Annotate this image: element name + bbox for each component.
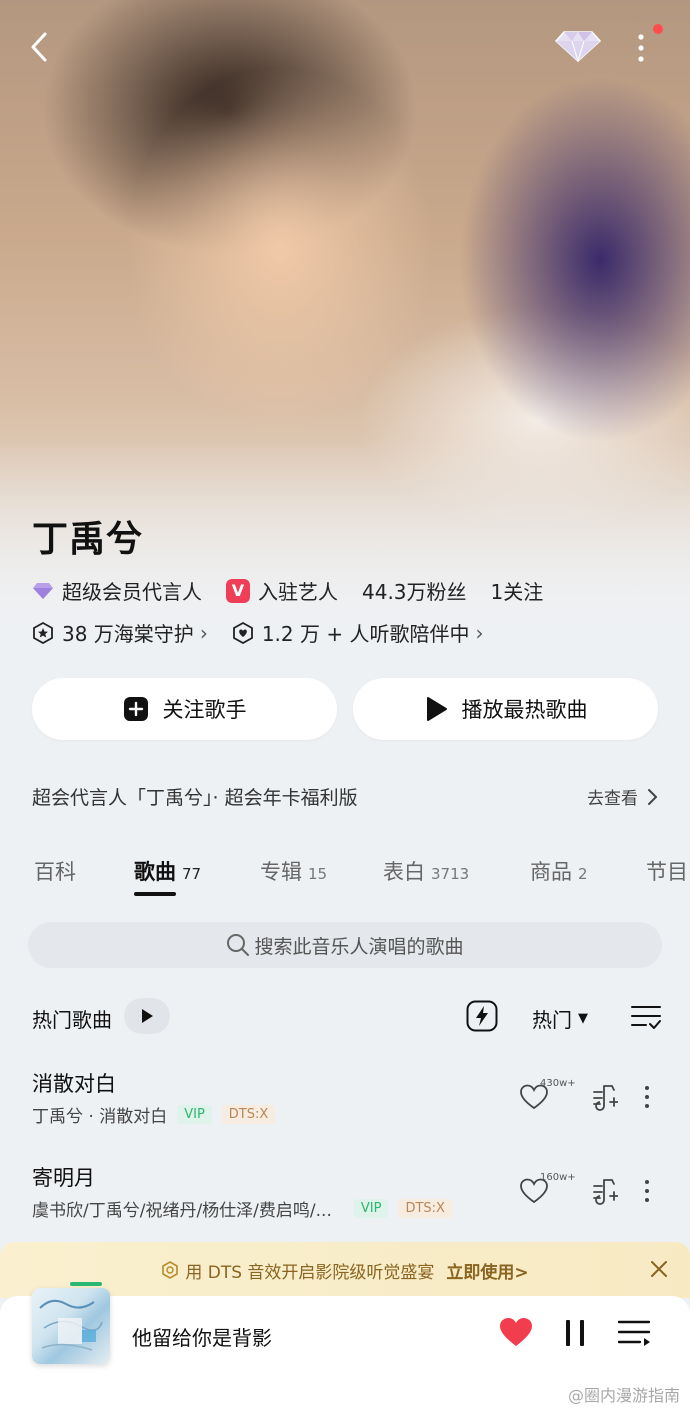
chevron-right-icon: › [199, 620, 208, 645]
vip-endorser-label: 超级会员代言人 [62, 580, 202, 604]
promo-link[interactable]: 去查看 [587, 784, 660, 809]
pause-icon[interactable] [562, 1318, 588, 1348]
song-list-header: 热门歌曲 热门 ▼ [32, 996, 662, 1040]
dts-tag: DTS:X [398, 1199, 452, 1218]
active-tab-indicator [134, 892, 176, 896]
search-placeholder: 搜索此音乐人演唱的歌曲 [254, 935, 464, 958]
play-icon [424, 696, 448, 722]
plus-square-icon [123, 696, 149, 722]
hot-songs-title: 热门歌曲 [32, 1008, 112, 1032]
like-count: 430w+ [540, 1078, 576, 1089]
verified-artist-badge[interactable]: V 入驻艺人 [226, 576, 338, 605]
promo-row[interactable]: 超会代言人「丁禹兮」· 超会年卡福利版 去查看 [32, 783, 660, 810]
tab-albums[interactable]: 专辑 15 [260, 856, 327, 886]
star-shield-icon [32, 621, 54, 644]
add-to-queue-icon[interactable] [590, 1084, 619, 1112]
play-icon [142, 1009, 153, 1023]
tab-programs[interactable]: 节目 [646, 856, 688, 886]
artist-stats-row: 38 万海棠守护 › 1.2 万 + 人听歌陪伴中 › [32, 618, 507, 647]
promo-text: 超会代言人「丁禹兮」· 超会年卡福利版 [32, 787, 358, 809]
vip-endorser-badge[interactable]: 超级会员代言人 [32, 576, 202, 605]
banner-cta[interactable]: 立即使用> [446, 1258, 528, 1283]
liked-heart-icon[interactable] [498, 1316, 534, 1350]
song-row[interactable]: 消散对白 丁禹兮 · 消散对白 VIP DTS:X 430w+ [32, 1064, 660, 1138]
play-hot-songs-button[interactable]: 播放最热歌曲 [353, 678, 658, 740]
artist-meta-row: 超级会员代言人 V 入驻艺人 44.3万粉丝 1关注 [32, 576, 567, 605]
more-vertical-icon[interactable] [628, 28, 654, 68]
song-search-input[interactable]: 搜索此音乐人演唱的歌曲 [28, 922, 662, 968]
diamond-icon[interactable] [552, 26, 604, 66]
sort-label: 热门 [532, 1008, 572, 1032]
artist-tabs: 百科 歌曲 77 专辑 15 表白 3713 商品 2 节目 [0, 856, 690, 906]
tab-wiki[interactable]: 百科 [34, 856, 76, 886]
tab-songs[interactable]: 歌曲 77 [134, 856, 201, 886]
notification-dot [653, 24, 663, 34]
caret-down-icon: ▼ [578, 1011, 588, 1026]
guard-stat[interactable]: 38 万海棠守护 › [32, 618, 208, 647]
tab-count: 2 [578, 865, 588, 883]
back-chevron-icon[interactable] [22, 30, 56, 64]
mini-player[interactable]: 他留给你是背影 @圈内漫游指南 [0, 1282, 690, 1414]
lightning-icon[interactable] [466, 1000, 498, 1032]
search-icon [226, 933, 250, 957]
verified-label: 入驻艺人 [258, 580, 338, 604]
vip-tag: VIP [177, 1105, 212, 1124]
song-subtitle: 虞书欣/丁禹兮/祝绪丹/杨仕泽/费启鸣/... VIP DTS:X [32, 1196, 452, 1221]
now-playing-title: 他留给你是背影 [132, 1326, 272, 1350]
song-title: 寄明月 [32, 1166, 95, 1190]
chevron-right-icon [648, 788, 658, 805]
multi-select-list-icon[interactable] [630, 1002, 662, 1032]
song-artist-album: 丁禹兮 · 消散对白 [32, 1107, 168, 1127]
watermark: @圈内漫游指南 [567, 1386, 680, 1405]
play-hot-label: 播放最热歌曲 [461, 698, 588, 722]
heart-shield-icon [232, 621, 254, 644]
tab-count: 3713 [431, 865, 470, 883]
dts-coin-icon [161, 1261, 179, 1279]
follow-label: 关注歌手 [162, 698, 247, 722]
song-artist-album: 虞书欣/丁禹兮/祝绪丹/杨仕泽/费启鸣/... [32, 1201, 332, 1221]
vip-tag: VIP [353, 1199, 389, 1218]
listening-label: 1.2 万 + 人听歌陪伴中 [261, 622, 470, 646]
purple-diamond-icon [32, 581, 54, 601]
playlist-icon[interactable] [616, 1318, 652, 1348]
play-all-button[interactable] [124, 998, 170, 1034]
fans-count[interactable]: 44.3万粉丝 [362, 576, 467, 605]
album-cover[interactable] [32, 1288, 110, 1364]
more-vertical-icon[interactable] [644, 1084, 654, 1112]
song-actions: 160w+ [520, 1172, 660, 1212]
play-progress-indicator [70, 1282, 102, 1286]
listening-stat[interactable]: 1.2 万 + 人听歌陪伴中 › [232, 618, 484, 647]
follow-artist-button[interactable]: 关注歌手 [32, 678, 337, 740]
tab-merch[interactable]: 商品 2 [530, 856, 588, 886]
tab-count: 77 [182, 865, 202, 883]
following-count[interactable]: 1关注 [491, 576, 544, 605]
guard-label: 38 万海棠守护 [62, 622, 194, 646]
banner-text: 用 DTS 音效开启影院级听觉盛宴 [185, 1262, 435, 1283]
tab-confessions[interactable]: 表白 3713 [383, 856, 469, 886]
add-to-queue-icon[interactable] [590, 1178, 619, 1206]
dts-tag: DTS:X [221, 1105, 276, 1124]
promo-link-label: 去查看 [587, 789, 638, 809]
more-vertical-icon[interactable] [644, 1178, 654, 1206]
chevron-right-icon: › [475, 620, 484, 645]
tab-count: 15 [308, 865, 328, 883]
song-row[interactable]: 寄明月 虞书欣/丁禹兮/祝绪丹/杨仕泽/费启鸣/... VIP DTS:X 16… [32, 1158, 660, 1232]
song-actions: 430w+ [520, 1078, 660, 1118]
song-subtitle: 丁禹兮 · 消散对白 VIP DTS:X [32, 1102, 276, 1127]
sort-dropdown[interactable]: 热门 ▼ [532, 1004, 588, 1033]
close-icon[interactable] [648, 1258, 670, 1280]
song-title: 消散对白 [32, 1072, 116, 1096]
like-count: 160w+ [540, 1172, 576, 1183]
verified-v-icon: V [226, 578, 250, 603]
artist-name: 丁禹兮 [32, 519, 144, 560]
